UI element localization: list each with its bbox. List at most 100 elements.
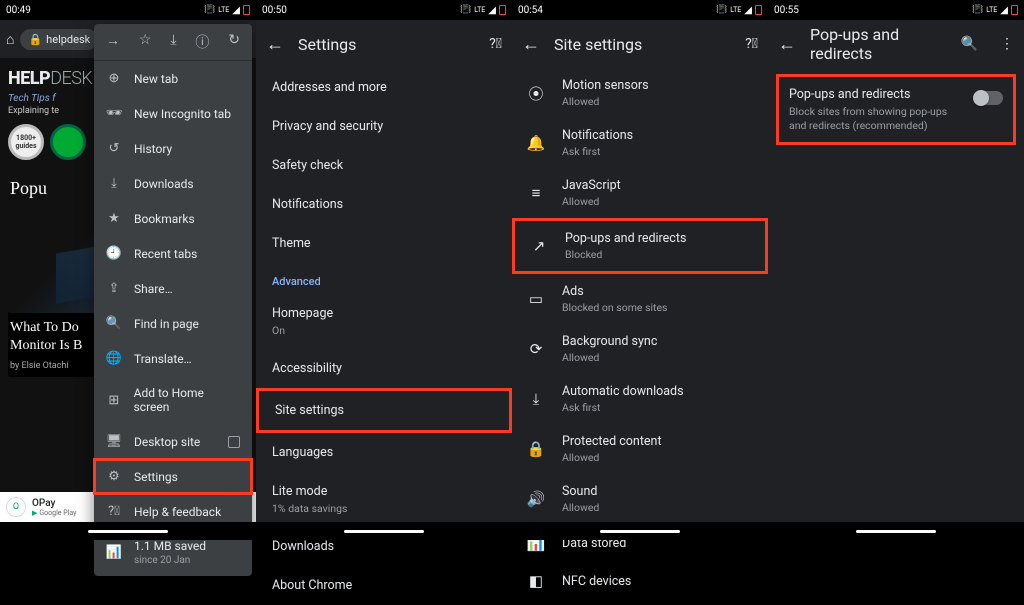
- badge-guides: 1800+guides: [8, 124, 44, 160]
- menu-item-desktop-site[interactable]: 🖥Desktop site: [94, 424, 252, 459]
- site-setting-row[interactable]: ◧NFC devices: [512, 562, 768, 600]
- site-setting-row[interactable]: ↗Pop-ups and redirectsBlocked: [512, 218, 768, 274]
- menu-top-row: → ☆ ⤓ ⓘ ↻: [94, 24, 252, 61]
- app-bar: ← Site settings ?⃝: [512, 20, 768, 68]
- popups-toggle-row[interactable]: Pop-ups and redirects Block sites from s…: [776, 74, 1016, 145]
- info-icon[interactable]: ⓘ: [195, 32, 209, 52]
- search-icon[interactable]: 🔍: [961, 36, 978, 52]
- clock: 00:50: [262, 5, 287, 16]
- site-setting-row[interactable]: 🔊SoundAllowed: [512, 474, 768, 524]
- star-icon[interactable]: ☆: [139, 32, 152, 52]
- settings-item[interactable]: About Chrome: [256, 566, 512, 605]
- js-icon: ≡: [526, 184, 546, 202]
- nav-pill[interactable]: [856, 530, 936, 533]
- settings-item[interactable]: Accessibility: [256, 349, 512, 388]
- nav-pill[interactable]: [344, 530, 424, 533]
- settings-item[interactable]: Safety check: [256, 146, 512, 185]
- settings-item[interactable]: Notifications: [256, 185, 512, 224]
- ad-icon: O: [6, 497, 26, 517]
- download-icon[interactable]: ⤓: [170, 32, 176, 52]
- incognito-icon: 🕶: [106, 106, 122, 121]
- more-icon[interactable]: ⋮: [1000, 36, 1014, 52]
- toggle-switch[interactable]: [975, 91, 1003, 105]
- settings-item[interactable]: Lite mode1% data savings: [256, 472, 512, 527]
- site-setting-row[interactable]: ⟳Background syncAllowed: [512, 324, 768, 374]
- back-icon[interactable]: ←: [778, 34, 796, 55]
- menu-item-new-tab[interactable]: ⊕New tab: [94, 61, 252, 96]
- app-bar: ← Pop-ups and redirects 🔍 ⋮: [768, 20, 1024, 68]
- settings-item[interactable]: Site settings: [256, 388, 512, 433]
- settings-item[interactable]: Theme: [256, 224, 512, 263]
- status-icons: 📳LTE◢: [972, 5, 1018, 16]
- reload-icon[interactable]: ↻: [228, 32, 240, 52]
- home-icon[interactable]: ⌂: [6, 31, 14, 48]
- autodl-icon: ⤓: [526, 390, 546, 408]
- back-icon[interactable]: ←: [266, 34, 284, 55]
- site-setting-row[interactable]: ≡JavaScriptAllowed: [512, 168, 768, 218]
- menu-item-history[interactable]: ↺History: [94, 131, 252, 166]
- menu-item-settings[interactable]: ⚙Settings: [94, 459, 252, 494]
- status-icons: 📳 LTE ◢: [204, 5, 250, 16]
- help-icon[interactable]: ?⃝: [745, 36, 758, 52]
- find-icon: 🔍: [106, 316, 122, 331]
- site-setting-row[interactable]: 🔔NotificationsAsk first: [512, 118, 768, 168]
- back-icon[interactable]: ←: [522, 34, 540, 55]
- popup-icon: ↗: [529, 237, 549, 255]
- badge-2: [50, 124, 86, 160]
- settings-item[interactable]: Languages: [256, 433, 512, 472]
- clock-tabs-icon: 🕘: [106, 246, 122, 261]
- battery-icon: [243, 5, 250, 15]
- overflow-menu: → ☆ ⤓ ⓘ ↻ ⊕New tab🕶New Incognito tab↺His…: [94, 24, 252, 576]
- menu-item-translate-[interactable]: 🌐Translate…: [94, 341, 252, 376]
- menu-item-add-to-home-screen[interactable]: ⊞Add to Home screen: [94, 376, 252, 424]
- vibrate-icon: 📳: [204, 5, 215, 15]
- ads-icon: ▭: [526, 290, 546, 308]
- site-setting-row[interactable]: ⤓Automatic downloadsAsk first: [512, 374, 768, 424]
- clock: 00:54: [518, 5, 543, 16]
- system-nav: [768, 522, 1024, 540]
- clock: 00:49: [6, 5, 31, 16]
- signal-icon: ◢: [232, 5, 240, 16]
- settings-item[interactable]: Privacy and security: [256, 107, 512, 146]
- motion-icon: ⦿: [526, 83, 546, 104]
- page-title: Settings: [298, 35, 467, 54]
- menu-item-share-[interactable]: ⇪Share…: [94, 271, 252, 306]
- history-icon: ↺: [106, 141, 122, 156]
- sound-icon: 🔊: [526, 490, 546, 508]
- status-bar: 00:54 📳LTE◢: [512, 0, 768, 20]
- sync-icon: ⟳: [526, 340, 546, 358]
- status-icons: 📳LTE◢: [716, 5, 762, 16]
- site-setting-row[interactable]: 🔒Protected contentAllowed: [512, 424, 768, 474]
- pane-settings: 00:50 📳LTE◢ ← Settings ?⃝ Addresses and …: [256, 0, 512, 540]
- url-chip[interactable]: 🔒 helpdesk: [20, 29, 98, 50]
- pane-chrome-menu: 00:49 📳 LTE ◢ ⌂ 🔒 helpdesk HELPDESK Tech…: [0, 0, 256, 540]
- system-nav: [256, 522, 512, 540]
- toggle-heading: Pop-ups and redirects: [789, 87, 965, 102]
- checkbox[interactable]: [228, 436, 240, 448]
- download-icon: ⤓: [106, 176, 122, 191]
- add-home-icon: ⊞: [106, 393, 122, 408]
- gear-icon: ⚙: [106, 469, 122, 484]
- nav-pill[interactable]: [88, 530, 168, 533]
- forward-icon[interactable]: →: [106, 32, 120, 52]
- menu-item-downloads[interactable]: ⤓Downloads: [94, 166, 252, 201]
- help-icon[interactable]: ?⃝: [489, 36, 502, 52]
- settings-item[interactable]: HomepageOn: [256, 294, 512, 349]
- site-setting-row[interactable]: ⦿Motion sensorsAllowed: [512, 68, 768, 118]
- site-setting-row[interactable]: ▭AdsBlocked on some sites: [512, 274, 768, 324]
- status-icons: 📳LTE◢: [460, 5, 506, 16]
- menu-item-find-in-page[interactable]: 🔍Find in page: [94, 306, 252, 341]
- status-bar: 00:49 📳 LTE ◢: [0, 0, 256, 20]
- page-title: Pop-ups and redirects: [810, 25, 939, 63]
- settings-item[interactable]: Addresses and more: [256, 68, 512, 107]
- menu-item-recent-tabs[interactable]: 🕘Recent tabs: [94, 236, 252, 271]
- ad-sub: ▶Google Play: [32, 509, 76, 517]
- menu-item-bookmarks[interactable]: ★Bookmarks: [94, 201, 252, 236]
- data-icon: 📊: [106, 545, 122, 560]
- system-nav: [0, 522, 256, 540]
- nav-pill[interactable]: [600, 530, 680, 533]
- protected-icon: 🔒: [526, 440, 546, 458]
- desktop-icon: 🖥: [106, 434, 122, 449]
- section-header: Advanced: [256, 263, 512, 294]
- menu-item-new-incognito-tab[interactable]: 🕶New Incognito tab: [94, 96, 252, 131]
